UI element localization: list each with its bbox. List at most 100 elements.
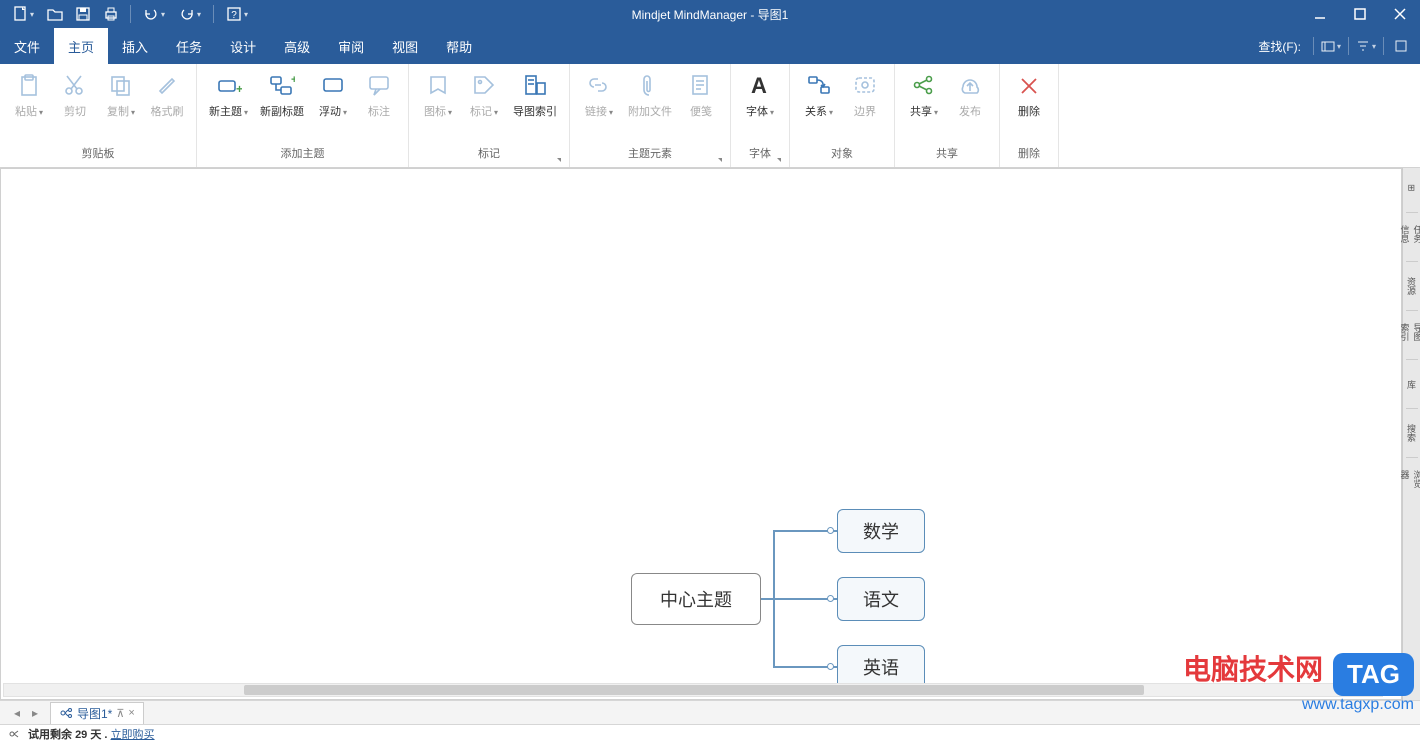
group-label: 标记 <box>415 143 563 165</box>
right-panel-item[interactable]: 搜索 <box>1405 421 1419 445</box>
tab-pin-icon[interactable]: ⊼ <box>116 707 124 720</box>
button-label: 附加文件 <box>628 106 672 118</box>
new-file-button[interactable]: ▾ <box>6 3 40 25</box>
right-panel-item[interactable]: 导图索引 <box>1405 323 1419 347</box>
child-topic[interactable]: 数学 <box>837 509 925 553</box>
qat-separator <box>213 5 214 23</box>
ribbon: 粘贴▾剪切复制▾格式刷剪贴板+新主题▾+新副标题浮动▾标注添加主题图标▾标记▾导… <box>0 64 1420 168</box>
menu-item-4[interactable]: 设计 <box>216 28 270 64</box>
button-label: 浮动 <box>319 106 341 118</box>
mindmap: 中心主题 数学 语文 英语 <box>1 169 1401 699</box>
open-file-button[interactable] <box>42 3 68 25</box>
float-button[interactable]: 浮动▾ <box>310 68 356 120</box>
right-panel: ⊞ 任务信息资源导图索引库搜索浏览器 <box>1402 168 1420 700</box>
right-panel-item[interactable]: 库 <box>1405 372 1419 396</box>
close-button[interactable] <box>1380 0 1420 28</box>
button-label: 共享 <box>910 106 932 118</box>
link-button: 链接▾ <box>576 68 622 120</box>
button-label: 新副标题 <box>260 106 304 118</box>
button-label: 便笺 <box>690 106 712 118</box>
window-controls <box>1300 0 1420 28</box>
delete-button[interactable]: 删除 <box>1006 68 1052 120</box>
newtopic-button[interactable]: +新主题▾ <box>203 68 254 120</box>
menu-item-8[interactable]: 帮助 <box>432 28 486 64</box>
save-button[interactable] <box>70 3 96 25</box>
print-button[interactable] <box>98 3 124 25</box>
tab-close-button[interactable]: × <box>128 707 134 719</box>
something-icon[interactable] <box>1390 35 1412 57</box>
relation-icon <box>803 70 835 102</box>
boundary-button: 边界 <box>842 68 888 120</box>
newtopic-icon: + <box>213 70 245 102</box>
note-icon <box>685 70 717 102</box>
font-icon: A <box>744 70 776 102</box>
brush-button: 格式刷 <box>144 68 190 120</box>
menu-item-5[interactable]: 高级 <box>270 28 324 64</box>
document-tab[interactable]: 导图1* ⊼ × <box>50 702 144 724</box>
font-button[interactable]: A字体▾ <box>737 68 783 120</box>
tab-next-button[interactable]: ▸ <box>26 706 44 720</box>
group-label: 剪贴板 <box>6 143 190 165</box>
help-button[interactable]: ?▾ <box>220 3 254 25</box>
paste-button: 粘贴▾ <box>6 68 52 120</box>
index-button[interactable]: 导图索引 <box>507 68 563 120</box>
center-topic[interactable]: 中心主题 <box>631 573 761 625</box>
right-panel-item[interactable]: 资源 <box>1405 274 1419 298</box>
mindmap-icon <box>59 707 73 719</box>
group-label: 字体 <box>737 143 783 165</box>
button-label: 关系 <box>805 106 827 118</box>
button-label: 图标 <box>424 106 446 118</box>
child-topic[interactable]: 语文 <box>837 577 925 621</box>
button-label: 标注 <box>368 106 390 118</box>
relation-button[interactable]: 关系▾ <box>796 68 842 120</box>
title-bar: ▾ ▾ ▾ ?▾ Mindjet MindManager - 导图1 <box>0 0 1420 28</box>
publish-icon <box>954 70 986 102</box>
menu-item-0[interactable]: 文件 <box>0 28 54 64</box>
share-button[interactable]: 共享▾ <box>901 68 947 120</box>
group-label: 添加主题 <box>203 143 402 165</box>
menu-item-2[interactable]: 插入 <box>108 28 162 64</box>
callout-icon <box>363 70 395 102</box>
minimize-button[interactable] <box>1300 0 1340 28</box>
newsub-button[interactable]: + 新副标题 <box>254 68 310 120</box>
copy-button: 复制▾ <box>98 68 144 120</box>
cut-icon <box>59 70 91 102</box>
right-panel-item[interactable]: 浏览器 <box>1405 470 1419 494</box>
paste-icon <box>13 70 45 102</box>
horizontal-scrollbar[interactable] <box>3 683 1383 697</box>
canvas[interactable]: 中心主题 数学 语文 英语 <box>0 168 1402 700</box>
find-label: 查找(F): <box>1258 38 1301 55</box>
menu-bar: 文件主页插入任务设计高级审阅视图帮助 查找(F): ▾ ▾ <box>0 28 1420 64</box>
button-label: 粘贴 <box>15 106 37 118</box>
float-icon <box>317 70 349 102</box>
svg-text:A: A <box>751 73 767 98</box>
button-label: 复制 <box>107 106 129 118</box>
group-label: 对象 <box>796 143 888 165</box>
svg-text:+: + <box>291 74 295 86</box>
topic-nav-icon[interactable]: ▾ <box>1320 35 1342 57</box>
menu-item-7[interactable]: 视图 <box>378 28 432 64</box>
link-icon <box>583 70 615 102</box>
maximize-button[interactable] <box>1340 0 1380 28</box>
button-label: 格式刷 <box>151 106 184 118</box>
delete-icon <box>1013 70 1045 102</box>
index-icon <box>519 70 551 102</box>
menu-item-6[interactable]: 审阅 <box>324 28 378 64</box>
redo-button[interactable]: ▾ <box>173 3 207 25</box>
share-icon <box>908 70 940 102</box>
iconmark-icon <box>422 70 454 102</box>
filter-icon[interactable]: ▾ <box>1355 35 1377 57</box>
right-panel-item[interactable]: ⊞ <box>1405 176 1419 200</box>
document-tabs: ◂ ▸ 导图1* ⊼ × <box>0 700 1420 724</box>
copy-icon <box>105 70 137 102</box>
menu-item-1[interactable]: 主页 <box>54 28 108 64</box>
cut-button: 剪切 <box>52 68 98 120</box>
undo-button[interactable]: ▾ <box>137 3 171 25</box>
tab-prev-button[interactable]: ◂ <box>8 706 26 720</box>
right-panel-item[interactable]: 任务信息 <box>1405 225 1419 249</box>
buy-now-link[interactable]: 立即购买 <box>111 729 155 741</box>
group-label: 删除 <box>1006 143 1052 165</box>
menu-item-3[interactable]: 任务 <box>162 28 216 64</box>
tab-label: 导图1* <box>77 705 112 722</box>
status-bar: 试用剩余 29 天 . 立即购买 <box>0 724 1420 742</box>
